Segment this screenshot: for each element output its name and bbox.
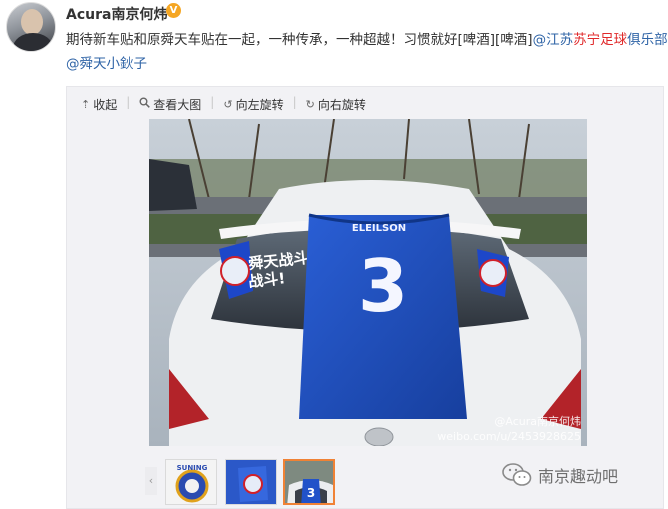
jersey-name: ELEILSON bbox=[352, 223, 406, 234]
thumbnail-1[interactable]: SUNING bbox=[165, 459, 217, 505]
chevron-left-icon[interactable]: ‹ bbox=[145, 467, 157, 495]
photo-watermark-url: weibo.com/u/2453928625 bbox=[437, 430, 581, 443]
thumbnail-3-selected[interactable]: 3 bbox=[283, 459, 335, 505]
magnify-icon bbox=[139, 97, 151, 111]
post-body: 期待新车贴和原舜天车贴在一起，一种传承，一种超越！习惯就好[啤酒][啤酒] bbox=[66, 32, 533, 48]
toolbar-divider: | bbox=[126, 95, 131, 109]
verified-badge-icon: V bbox=[166, 3, 181, 18]
mention-club-link[interactable]: @江苏苏宁足球俱乐部 bbox=[533, 32, 668, 48]
mention-user-link[interactable]: @舜天小鈥子 bbox=[66, 56, 147, 72]
post-photo[interactable]: 舜天战斗 战斗! ELEILSON 3 @Acura南京何炜 weibo.com… bbox=[149, 119, 587, 446]
collapse-label: 收起 bbox=[93, 97, 118, 112]
avatar-body bbox=[13, 33, 53, 51]
avatar-head bbox=[21, 9, 43, 35]
toolbar-divider: | bbox=[210, 95, 215, 109]
sticker-text-2: 战斗! bbox=[248, 269, 287, 291]
thumbnail-2[interactable] bbox=[225, 459, 277, 505]
view-large-label: 查看大图 bbox=[153, 97, 202, 112]
view-large-button[interactable]: 查看大图 bbox=[139, 95, 201, 113]
thumbnail-1-text: SUNING bbox=[177, 464, 208, 472]
thumbnail-3-number: 3 bbox=[307, 486, 315, 500]
rotate-left-icon: ↺ bbox=[223, 97, 233, 111]
account-watermark-text: 南京趣动吧 bbox=[538, 467, 619, 486]
photo-watermark-user: @Acura南京何炜 bbox=[494, 414, 581, 428]
account-watermark: 南京趣动吧 bbox=[502, 462, 618, 488]
rotate-left-button[interactable]: ↺ 向左旋转 bbox=[223, 95, 283, 113]
rotate-right-button[interactable]: ↻ 向右旋转 bbox=[306, 95, 366, 113]
jersey-number: 3 bbox=[358, 244, 408, 328]
post-text: 期待新车贴和原舜天车贴在一起，一种传承，一种超越！习惯就好[啤酒][啤酒]@江苏… bbox=[66, 28, 668, 76]
collapse-button[interactable]: ⇡ 收起 bbox=[81, 95, 117, 113]
car-jersey-photo: 舜天战斗 战斗! ELEILSON 3 @Acura南京何炜 weibo.com… bbox=[149, 119, 587, 446]
wechat-icon bbox=[502, 462, 532, 488]
mention-highlight: 苏宁足球 bbox=[573, 32, 628, 48]
toolbar-divider: | bbox=[292, 95, 297, 109]
rotate-left-label: 向左旋转 bbox=[235, 97, 284, 112]
rotate-right-label: 向右旋转 bbox=[317, 97, 366, 112]
media-toolbar: ⇡ 收起 | 查看大图 | ↺ 向左旋转 | ↻ 向右旋转 bbox=[81, 95, 375, 113]
media-box: ⇡ 收起 | 查看大图 | ↺ 向左旋转 | ↻ 向右旋转 舜天战斗 战斗! E… bbox=[66, 86, 664, 509]
collapse-up-icon: ⇡ bbox=[81, 97, 91, 111]
mention-suffix: 俱乐部 bbox=[627, 32, 668, 48]
rotate-right-icon: ↻ bbox=[305, 97, 315, 111]
mention-prefix: @江苏 bbox=[532, 32, 574, 48]
avatar[interactable] bbox=[6, 2, 56, 52]
username[interactable]: Acura南京何炜 bbox=[66, 4, 167, 24]
